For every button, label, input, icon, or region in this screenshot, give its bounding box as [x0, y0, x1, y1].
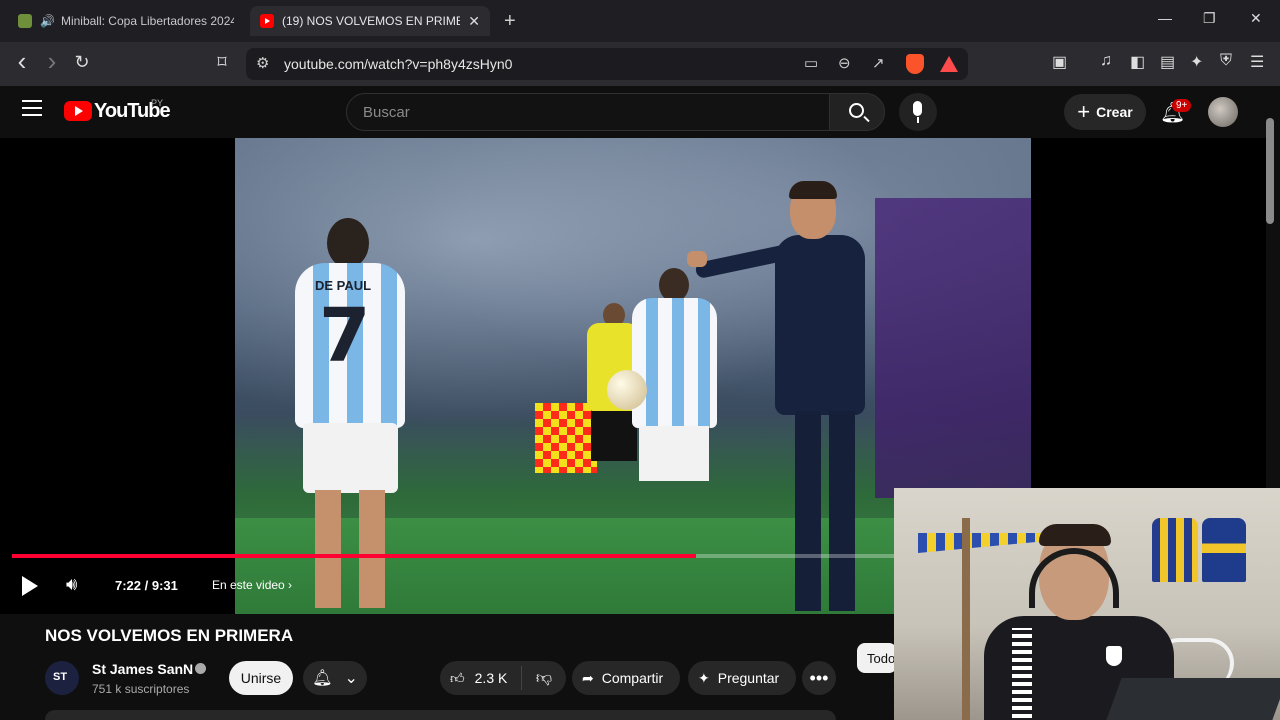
play-icon[interactable] [22, 576, 40, 596]
channel-avatar[interactable] [45, 661, 79, 695]
thumbs-down-icon: 👎︎ [535, 669, 553, 687]
create-label: Crear [1096, 104, 1133, 120]
tab-miniball[interactable]: 🔊 Miniball: Copa Libertadores 2024 [8, 6, 244, 36]
plus-icon: + [1077, 99, 1091, 124]
youtube-header: YouTube PY Buscar + Crear 🔔︎ 9+ [0, 86, 1280, 138]
chevron-down-icon: ⌄ [344, 670, 358, 687]
coach-figure [687, 181, 885, 613]
volume-icon[interactable]: 🔊︎ [66, 574, 77, 595]
bell-icon: 🔔︎ [312, 670, 333, 687]
progress-bar[interactable] [12, 554, 894, 558]
sidebar-icon[interactable]: ◧ [1130, 52, 1145, 72]
scrollbar[interactable] [1266, 118, 1274, 224]
search-icon [849, 103, 864, 118]
reader-icon[interactable]: ▣ [1052, 52, 1067, 72]
browser-toolbar: ‹ › ↻ ⌑ ⚙ youtube.com/watch?v=ph8y4zsHyn… [0, 42, 1280, 86]
zoom-icon[interactable]: ⊖ [838, 54, 851, 72]
webcam-overlay [894, 488, 1280, 720]
vpn-icon[interactable]: ⛨ [1220, 52, 1232, 70]
verified-icon [195, 663, 206, 674]
rewards-icon[interactable] [940, 56, 958, 72]
search-input[interactable]: Buscar [346, 93, 830, 131]
close-tab-icon[interactable]: ✕ [468, 13, 480, 30]
leo-ai-icon[interactable]: ✦ [1190, 52, 1203, 72]
new-tab-button[interactable]: + [504, 10, 516, 33]
wallet-icon[interactable]: ▤ [1160, 52, 1175, 72]
player-depaul-figure: DE PAUL 7 [285, 218, 415, 608]
share-icon[interactable]: ↗ [872, 54, 885, 72]
forward-icon[interactable]: › [40, 46, 64, 77]
share-label: Compartir [601, 670, 664, 686]
description-box[interactable] [45, 710, 836, 720]
jersey-number: 7 [319, 293, 371, 379]
share-button[interactable]: ➦ Compartir [572, 661, 680, 695]
back-icon[interactable]: ‹ [10, 46, 34, 77]
microphone-button[interactable] [899, 93, 937, 131]
time-display: 7:22 / 9:31 [115, 578, 178, 593]
hamburger-menu-icon[interactable] [22, 100, 42, 121]
youtube-logo-icon[interactable] [64, 101, 92, 121]
globe-icon [18, 14, 32, 28]
jersey-name: DE PAUL [315, 278, 372, 293]
address-bar[interactable]: ⚙ youtube.com/watch?v=ph8y4zsHyn0 ▭ ⊖ ↗ [246, 48, 968, 80]
chapters-button[interactable]: En este video › [212, 578, 292, 592]
hanging-jersey [1202, 518, 1246, 582]
bookmark-icon[interactable]: ⌑ [210, 52, 234, 73]
music-icon[interactable]: ♫ [1100, 52, 1112, 70]
channel-name[interactable]: St James SanN [92, 661, 193, 677]
menu-icon[interactable]: ☰ [1250, 52, 1264, 72]
brave-shield-icon[interactable] [906, 54, 924, 74]
thumbs-up-icon: 👍︎ [450, 669, 465, 686]
country-code: PY [151, 98, 164, 108]
dislike-button[interactable]: 👎︎ [522, 669, 566, 688]
site-settings-icon[interactable]: ⚙ [256, 54, 269, 72]
close-window-icon[interactable]: ✕ [1250, 10, 1262, 27]
like-button[interactable]: 👍︎ 2.3 K [440, 666, 522, 690]
sparkle-icon: ✦ [698, 669, 710, 686]
subscriber-count: 751 k suscriptores [92, 682, 190, 696]
more-actions-button[interactable]: ••• [802, 661, 836, 695]
url-text[interactable]: youtube.com/watch?v=ph8y4zsHyn0 [284, 56, 512, 72]
restore-icon[interactable]: ❐ [1203, 10, 1216, 27]
speaker-icon[interactable]: 🔊 [40, 14, 55, 28]
share-icon: ➦ [582, 669, 594, 686]
ask-button[interactable]: ✦ Preguntar [688, 661, 796, 695]
ball [607, 370, 647, 410]
create-button[interactable]: + Crear [1064, 94, 1146, 130]
keyboard [1106, 678, 1280, 720]
subscription-bell-button[interactable]: 🔔︎ ⌄ [303, 661, 367, 695]
progress-fill [12, 554, 696, 558]
tab-title: (19) NOS VOLVEMOS EN PRIMER [282, 14, 461, 28]
video-title: NOS VOLVEMOS EN PRIMERA [45, 626, 294, 645]
tab-youtube[interactable]: (19) NOS VOLVEMOS EN PRIMER ✕ [250, 6, 490, 36]
reload-icon[interactable]: ↻ [70, 52, 94, 73]
like-count: 2.3 K [474, 670, 508, 686]
cast-icon[interactable]: ▭ [804, 54, 818, 72]
player-figure [627, 268, 722, 588]
like-dislike-group: 👍︎ 2.3 K 👎︎ [440, 661, 566, 695]
minimize-icon[interactable]: — [1158, 10, 1172, 26]
ask-label: Preguntar [717, 670, 780, 686]
notification-badge: 9+ [1172, 99, 1192, 112]
tab-title: Miniball: Copa Libertadores 2024 [60, 14, 234, 28]
pole [962, 518, 970, 720]
chip-todo[interactable]: Todo [857, 643, 897, 673]
search-placeholder: Buscar [363, 104, 410, 121]
join-button[interactable]: Unirse [229, 661, 293, 695]
browser-tab-bar: 🔊 Miniball: Copa Libertadores 2024 (19) … [0, 0, 1280, 42]
youtube-icon [260, 14, 274, 28]
avatar[interactable] [1208, 97, 1238, 127]
ad-board [875, 198, 1031, 498]
search-button[interactable] [829, 93, 885, 131]
